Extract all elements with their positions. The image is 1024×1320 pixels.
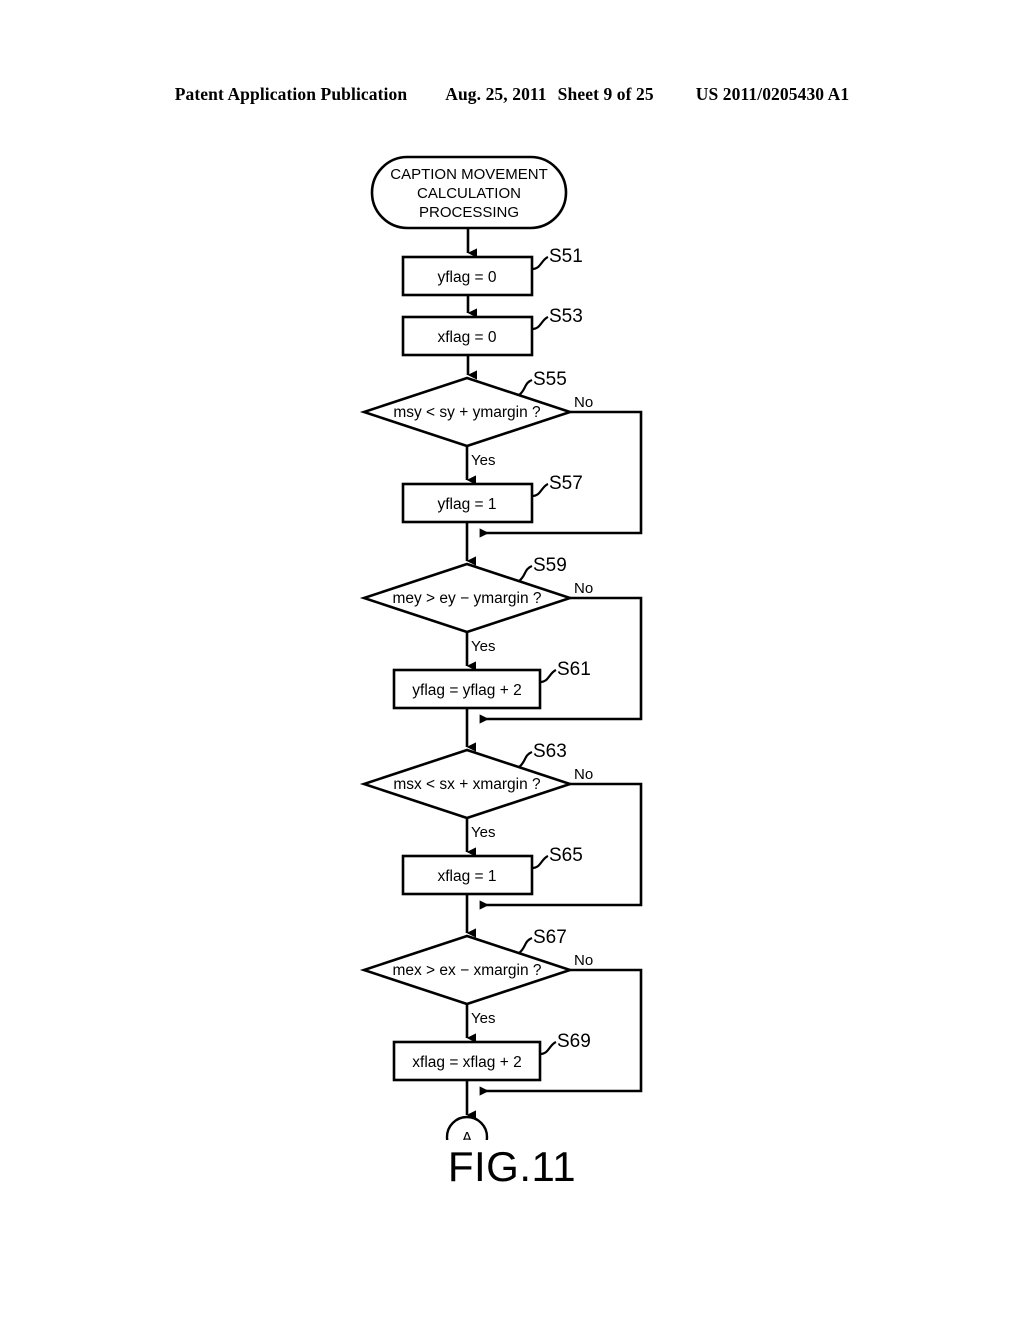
node-s55-text: msy < sy + ymargin ? — [393, 404, 541, 421]
node-s53-step: S53 — [549, 306, 583, 327]
node-s57-text: yflag = 1 — [437, 496, 496, 513]
node-s67-text: mex > ex − xmargin ? — [392, 962, 541, 979]
node-s53-text: xflag = 0 — [437, 329, 496, 346]
node-s65-text: xflag = 1 — [437, 868, 496, 885]
figure-caption: FIG.11 — [447, 1143, 577, 1190]
node-s67-yes-label: Yes — [471, 1010, 495, 1027]
node-s59-yes-label: Yes — [471, 638, 495, 655]
node-s59: mey > ey − ymargin ? S59 No Yes — [359, 555, 593, 655]
publication-label: Patent Application Publication — [174, 84, 408, 104]
node-s63: msx < sx + xmargin ? S63 No Yes — [359, 741, 593, 841]
patent-header: Patent Application Publication Aug. 25, … — [0, 84, 1024, 105]
patent-drawing-page: Patent Application Publication Aug. 25, … — [0, 0, 1024, 1320]
node-s67-step: S67 — [533, 927, 567, 948]
terminator-line-3: PROCESSING — [419, 204, 519, 221]
sheet-number: Sheet 9 of 25 — [557, 84, 654, 104]
node-s65: xflag = 1 S65 — [401, 845, 583, 896]
terminator-start: CAPTION MOVEMENT CALCULATION PROCESSING — [370, 155, 568, 230]
connector-a: A — [445, 1115, 489, 1140]
node-s69-step: S69 — [557, 1031, 591, 1052]
connector-a-label: A — [462, 1130, 473, 1140]
node-s63-yes-label: Yes — [471, 824, 495, 841]
node-s59-text: mey > ey − ymargin ? — [392, 590, 541, 607]
node-s61: yflag = yflag + 2 S61 — [392, 659, 591, 710]
node-s55-step: S55 — [533, 369, 567, 390]
node-s59-no-label: No — [574, 580, 593, 597]
node-s63-text: msx < sx + xmargin ? — [393, 776, 541, 793]
node-s55-no-label: No — [574, 394, 593, 411]
document-number: US 2011/0205430 A1 — [695, 84, 850, 104]
flowchart-svg: CAPTION MOVEMENT CALCULATION PROCESSING … — [359, 155, 643, 1140]
publication-date: Aug. 25, 2011 — [445, 84, 547, 104]
node-s63-no-label: No — [574, 766, 593, 783]
node-s53: xflag = 0 S53 — [401, 306, 583, 357]
node-s65-step: S65 — [549, 845, 583, 866]
node-s51-text: yflag = 0 — [437, 269, 496, 286]
node-s51-step: S51 — [549, 246, 583, 267]
node-s55: msy < sy + ymargin ? S55 No Yes — [359, 369, 593, 469]
node-s57: yflag = 1 S57 — [401, 473, 583, 524]
node-s69-text: xflag = xflag + 2 — [412, 1054, 521, 1071]
node-s59-step: S59 — [533, 555, 567, 576]
node-s51: yflag = 0 S51 — [401, 246, 583, 297]
terminator-line-1: CAPTION MOVEMENT — [390, 166, 548, 183]
node-s67: mex > ex − xmargin ? S67 No Yes — [359, 927, 593, 1027]
node-s63-step: S63 — [533, 741, 567, 762]
node-s57-step: S57 — [549, 473, 583, 494]
node-s67-no-label: No — [574, 952, 593, 969]
node-s61-text: yflag = yflag + 2 — [412, 682, 521, 699]
flowchart-container: CAPTION MOVEMENT CALCULATION PROCESSING … — [0, 140, 1024, 1140]
node-s69: xflag = xflag + 2 S69 — [392, 1031, 591, 1082]
terminator-line-2: CALCULATION — [417, 185, 521, 202]
node-s61-step: S61 — [557, 659, 591, 680]
node-s55-yes-label: Yes — [471, 452, 495, 469]
